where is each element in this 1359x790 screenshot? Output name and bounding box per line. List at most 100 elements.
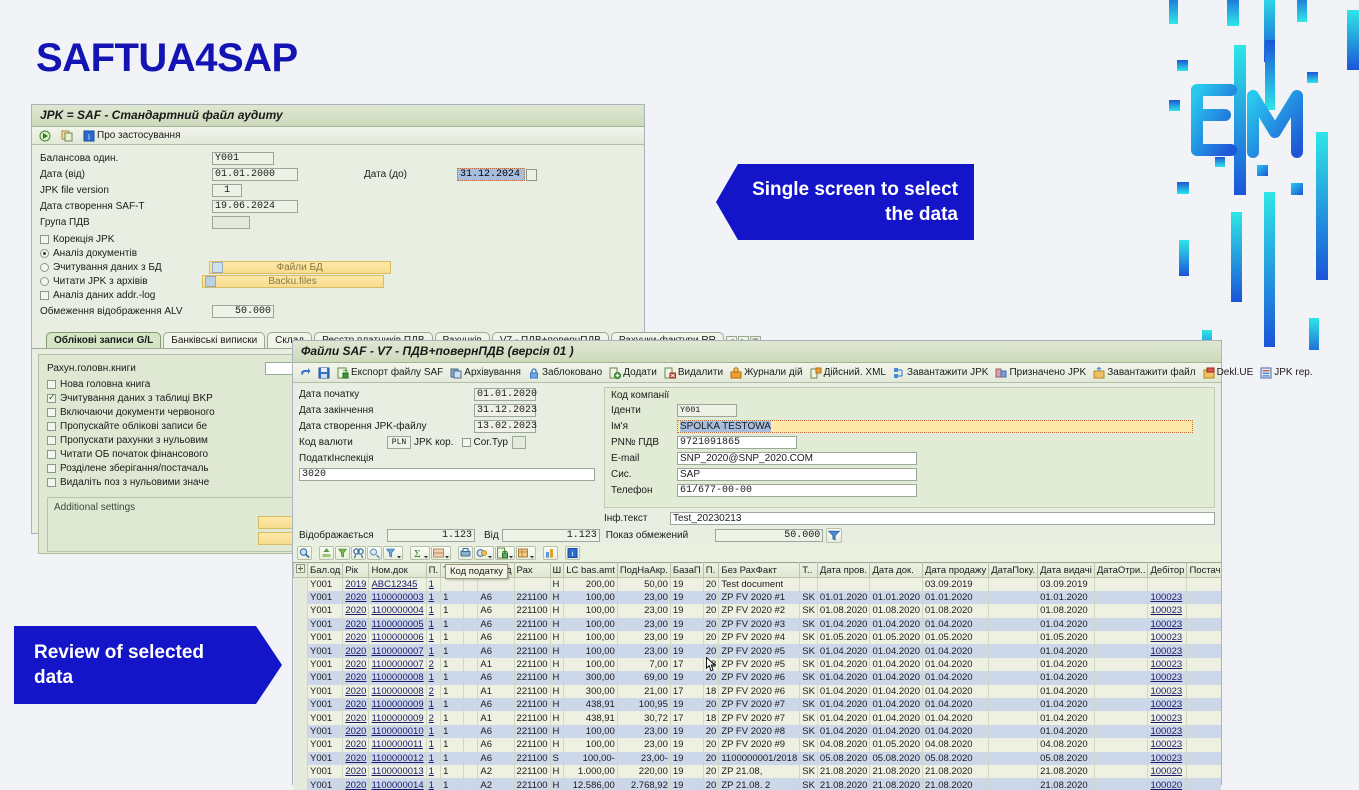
input-date-to[interactable]: 31.12.2024 <box>456 168 525 181</box>
alv-spreadsheet-button[interactable] <box>516 546 536 560</box>
column-header-data_prodazhu[interactable]: Дата продажу <box>922 562 990 578</box>
cell-nom_dok[interactable]: ABC12345 <box>368 577 427 591</box>
column-header-bal_od[interactable]: Бал.од <box>306 562 344 578</box>
input-jpk-creation-date[interactable]: 13.02.2023 <box>474 420 537 433</box>
column-header-lc_bas[interactable]: LC bas.amt <box>563 562 618 578</box>
alv-subtotal-button[interactable] <box>431 546 451 560</box>
cell-debitor[interactable]: 100023 <box>1147 590 1188 605</box>
column-header-data_dok[interactable]: Дата док. <box>869 562 924 578</box>
cell-debitor[interactable]: 100020 <box>1147 778 1188 790</box>
column-header-p3[interactable]: П. <box>702 562 720 578</box>
dekl-ue-button[interactable]: Dekl.UE <box>1200 367 1257 379</box>
cell-debitor[interactable]: 100023 <box>1147 724 1188 739</box>
cell-p1[interactable]: 1 <box>426 778 442 790</box>
cell-p1[interactable]: 1 <box>426 724 442 739</box>
filter-settings-button[interactable] <box>826 528 843 543</box>
cell-p1[interactable]: 1 <box>426 577 442 591</box>
column-header-pod_na_akr[interactable]: ПодНаАкр. <box>616 562 671 578</box>
cell-rik[interactable]: 2020 <box>342 738 370 752</box>
db-files-button[interactable]: Файли БД <box>208 260 391 274</box>
cell-debitor[interactable]: 100023 <box>1147 657 1188 672</box>
input-cor-typ[interactable] <box>511 436 526 449</box>
radio-read-jpk-archive[interactable]: Читати JPK з архівів Backu.files <box>40 274 636 288</box>
column-header-rik[interactable]: Рік <box>342 562 370 578</box>
cell-debitor[interactable]: 100023 <box>1147 698 1188 712</box>
upload-file-button[interactable]: Завантажити файл <box>1090 366 1198 379</box>
tab-bank-statements[interactable]: Банківські виписки <box>163 332 266 348</box>
alv-detail-button[interactable] <box>297 546 312 560</box>
checkbox-cor-typ[interactable] <box>461 438 471 447</box>
cell-nom_dok[interactable]: 1100000007 <box>368 644 427 658</box>
cell-nom_dok[interactable]: 1100000010 <box>368 724 427 739</box>
alv-print-button[interactable] <box>458 546 473 560</box>
alv-sort-asc-button[interactable] <box>319 546 334 560</box>
table-row[interactable]: Y001 2020 1100000007 2 1 A1 221100 H 100,00 7,00 1… <box>293 657 1221 672</box>
archiving-button[interactable]: Архівування <box>447 367 524 379</box>
input-phone[interactable]: 61/677-00-00 <box>677 484 917 497</box>
cell-p1[interactable]: 1 <box>426 617 442 632</box>
column-header-nom_dok[interactable]: Ном.док <box>368 562 427 578</box>
alv-view-button[interactable] <box>474 546 494 560</box>
cell-debitor[interactable]: 100023 <box>1147 644 1188 658</box>
undo-button[interactable] <box>296 367 314 379</box>
input-end-date[interactable]: 31.12.2023 <box>474 404 537 417</box>
cell-rik[interactable]: 2019 <box>342 577 370 591</box>
alv-find-next-button[interactable] <box>367 546 382 560</box>
cell-debitor[interactable]: 100023 <box>1147 631 1188 645</box>
cell-nom_dok[interactable]: 1100000013 <box>368 764 427 779</box>
table-row[interactable]: Y001 2020 1100000008 1 1 A6 221100 H 300,00 69,00… <box>293 671 1221 685</box>
input-system[interactable]: SAP <box>677 468 917 481</box>
save-button[interactable] <box>315 367 333 379</box>
table-row[interactable]: Y001 2020 1100000004 1 1 A6 221100 H 100,00 23,00… <box>293 604 1221 618</box>
saf-data-grid[interactable]: Бал.одРікНом.докП.Т.поП.Под.КдРахШLC bas… <box>293 562 1221 790</box>
cell-nom_dok[interactable]: 1100000008 <box>368 684 427 699</box>
cell-p1[interactable]: 1 <box>426 590 442 605</box>
table-row[interactable]: Y001 2020 1100000011 1 1 A6 221100 H 100,00 23,00… <box>293 738 1221 752</box>
checkbox-addr-log[interactable]: Аналіз даних addr.-log <box>40 288 636 302</box>
table-row[interactable]: Y001 2020 1100000009 1 1 A6 221100 H 438,91 100,9… <box>293 698 1221 712</box>
cell-nom_dok[interactable]: 1100000008 <box>368 671 427 685</box>
cell-p1[interactable]: 1 <box>426 738 442 752</box>
cell-nom_dok[interactable]: 1100000007 <box>368 657 427 672</box>
cell-rik[interactable]: 2020 <box>342 698 370 712</box>
cell-rik[interactable]: 2020 <box>342 644 370 658</box>
radio-document-analysis[interactable]: Аналіз документів <box>40 246 636 260</box>
column-header-baza_p[interactable]: БазаП <box>669 562 704 578</box>
input-start-date[interactable]: 01.01.2020 <box>474 388 537 401</box>
date-picker-icon[interactable] <box>525 168 537 181</box>
cell-nom_dok[interactable]: 1100000014 <box>368 778 427 790</box>
cell-rik[interactable]: 2020 <box>342 617 370 632</box>
cell-p1[interactable]: 2 <box>426 684 442 699</box>
cell-nom_dok[interactable]: 1100000011 <box>368 738 427 752</box>
cell-nom_dok[interactable]: 1100000004 <box>368 604 427 618</box>
column-header-debitor[interactable]: Дебітор <box>1147 562 1188 578</box>
cell-rik[interactable]: 2020 <box>342 724 370 739</box>
column-header-data_prov[interactable]: Дата пров. <box>816 562 871 578</box>
table-header-row[interactable]: Бал.одРікНом.докП.Т.поП.Под.КдРахШLC bas… <box>293 562 1221 578</box>
column-header-sh[interactable]: Ш <box>549 562 565 578</box>
execute-button[interactable] <box>36 130 54 142</box>
input-vat-number[interactable]: 9721091865 <box>677 436 797 449</box>
column-header-data_otry[interactable]: ДатаОтри.. <box>1093 562 1149 578</box>
table-row[interactable]: Y001 2020 1100000005 1 1 A6 221100 H 100,00 23,00… <box>293 617 1221 632</box>
radio-read-db[interactable]: Эчитування даних з БД Файли БД <box>40 260 636 274</box>
cell-p1[interactable]: 1 <box>426 764 442 779</box>
cell-rik[interactable]: 2020 <box>342 684 370 699</box>
input-currency[interactable]: PLN <box>387 436 411 449</box>
tab-gl-accounts[interactable]: Облікові записи G/L <box>46 332 162 348</box>
saf-data-grid-container[interactable]: Бал.одРікНом.докП.Т.поП.Под.КдРахШLC bas… <box>293 562 1221 790</box>
table-row[interactable]: Y001 2020 1100000013 1 1 A2 221100 H 1.000,00 220… <box>293 764 1221 779</box>
column-header-bez_rah[interactable]: Без РахФакт <box>718 562 801 578</box>
column-header-bs[interactable]: Рах <box>513 562 551 578</box>
input-alv-limit[interactable]: 50.000 <box>212 305 274 318</box>
input-date-from[interactable]: 01.01.2000 <box>212 168 298 181</box>
table-row[interactable]: Y001 2020 1100000008 2 1 A1 221100 H 300,00 21,00… <box>293 684 1221 699</box>
cell-nom_dok[interactable]: 1100000012 <box>368 751 427 765</box>
cell-p1[interactable]: 1 <box>426 644 442 658</box>
column-header-mark[interactable] <box>293 562 308 578</box>
table-row[interactable]: Y001 2020 1100000007 1 1 A6 221100 H 100,00 23,00… <box>293 644 1221 658</box>
alv-graphic-button[interactable] <box>543 546 558 560</box>
table-row[interactable]: Y001 2020 1100000012 1 1 A6 221100 S 100,00- 23,0… <box>293 751 1221 765</box>
cell-p1[interactable]: 1 <box>426 631 442 645</box>
cell-p1[interactable]: 1 <box>426 671 442 685</box>
